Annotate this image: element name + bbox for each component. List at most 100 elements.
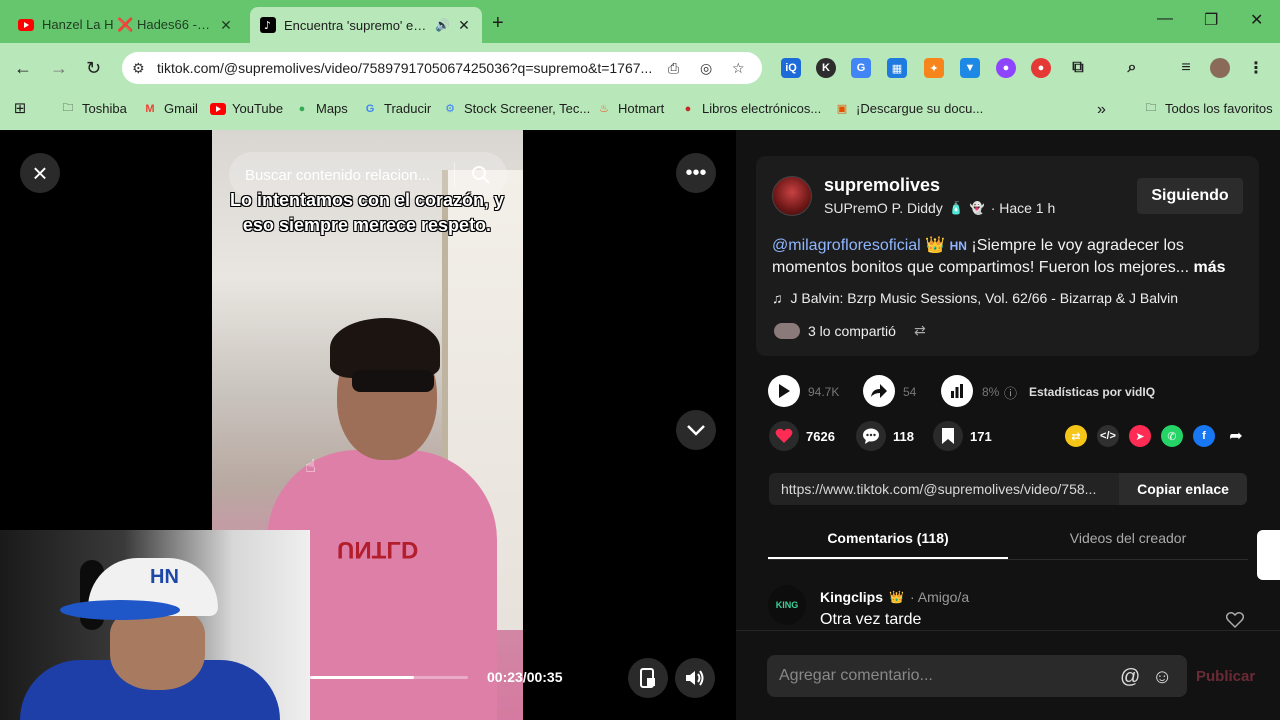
profile-avatar[interactable] — [1210, 58, 1230, 78]
share-more-icon[interactable]: ➦ — [1225, 425, 1247, 447]
search-icon[interactable] — [471, 165, 491, 189]
emoji-icon[interactable]: ☺ — [1152, 666, 1172, 689]
cap-brim — [60, 600, 180, 620]
tab-search-icon[interactable]: ⌕ — [1122, 58, 1142, 78]
eye-off-icon[interactable]: ◎ — [700, 60, 712, 77]
music-row[interactable]: ♫ J Balvin: Bzrp Music Sessions, Vol. 62… — [772, 290, 1178, 306]
bookmark-hotmart[interactable]: ♨ Hotmart — [596, 101, 664, 116]
tab-creator-videos[interactable]: Videos del creador — [1008, 530, 1248, 546]
install-icon[interactable]: ⎙ — [668, 60, 679, 77]
pip-button[interactable] — [628, 658, 668, 698]
comment-placeholder: Agregar comentario... — [779, 667, 933, 684]
volume-icon — [686, 670, 704, 686]
new-tab-button[interactable]: + — [492, 12, 504, 35]
following-button[interactable]: Siguiendo — [1137, 178, 1243, 214]
grid-extension-icon[interactable]: ▦ — [887, 58, 907, 78]
crown-icon: 👑 — [925, 237, 946, 254]
commenter-avatar[interactable]: KING — [768, 585, 806, 625]
hotmart-icon: ♨ — [599, 103, 609, 115]
streamer-face — [110, 610, 205, 690]
bookmark-youtube[interactable]: YouTube — [210, 101, 283, 116]
side-panel-handle[interactable] — [1257, 530, 1280, 580]
bookmark-maps[interactable]: ● Maps — [294, 101, 348, 116]
bookmark-toshiba[interactable]: 🗀 Toshiba — [60, 101, 127, 116]
whatsapp-icon[interactable]: ✆ — [1161, 425, 1183, 447]
bookmark-stock-screener[interactable]: ⚙ Stock Screener, Tec... — [442, 101, 590, 116]
comment-button[interactable] — [856, 421, 886, 451]
copy-link-button[interactable]: Copiar enlace — [1119, 473, 1247, 505]
reload-button[interactable]: ↻ — [86, 58, 101, 79]
like-button[interactable] — [769, 421, 799, 451]
person-hair — [330, 318, 440, 378]
tab-title: Encuentra 'supremo' en TikTok — [284, 17, 432, 33]
video-progress-bar[interactable] — [310, 676, 468, 679]
bookmark-translate[interactable]: G Traducir — [362, 101, 431, 116]
publish-button[interactable]: Publicar — [1196, 668, 1255, 685]
bookmark-all[interactable]: 🗀 Todos los favoritos — [1143, 101, 1273, 116]
creator-username[interactable]: supremolives — [824, 175, 940, 196]
browser-tab-tiktok[interactable]: ♪ Encuentra 'supremo' en TikTok 🔊 ✕ — [250, 7, 482, 43]
shared-row[interactable]: 3 lo compartió ⇄ — [774, 322, 926, 339]
phone-pip-icon — [640, 668, 655, 688]
bookmark-libros[interactable]: ● Libros electrónicos... — [680, 101, 822, 116]
star-icon[interactable]: ☆ — [732, 60, 745, 77]
embed-icon[interactable]: </> — [1097, 425, 1119, 447]
close-tab-icon[interactable]: ✕ — [456, 17, 472, 34]
share-stat-icon[interactable] — [863, 375, 895, 407]
share-url[interactable]: https://www.tiktok.com/@supremolives/vid… — [769, 481, 1119, 497]
creator-avatar[interactable] — [772, 176, 812, 216]
close-tab-icon[interactable]: ✕ — [218, 17, 234, 34]
media-icon[interactable]: ≡ — [1176, 58, 1196, 78]
extension-iq-icon[interactable]: iQ — [781, 58, 801, 78]
browser-tab-youtube[interactable]: Hanzel La H ❌ Hades66 - Loya ✕ — [8, 7, 244, 43]
likes-count: 7626 — [806, 429, 835, 444]
restore-button[interactable]: ❐ — [1204, 10, 1218, 30]
facebook-icon[interactable]: f — [1193, 425, 1215, 447]
shared-avatars — [774, 322, 800, 339]
apps-icon[interactable]: ⊞ — [12, 100, 34, 117]
drop-extension-icon[interactable]: ● — [996, 58, 1016, 78]
close-window-button[interactable]: ✕ — [1250, 10, 1263, 30]
bookmarks-overflow[interactable]: » — [1097, 101, 1106, 119]
bookmark-gmail[interactable]: M Gmail — [142, 101, 198, 116]
commenter-name[interactable]: Kingclips — [820, 589, 883, 605]
address-bar[interactable]: ⚙ tiktok.com/@supremolives/video/7589791… — [122, 52, 762, 84]
mention-icon[interactable]: @ — [1120, 666, 1140, 689]
commenter-row: Kingclips 👑 · Amigo/a — [820, 589, 969, 605]
site-info-icon[interactable]: ⚙ — [132, 60, 145, 77]
translate-icon: G — [365, 102, 375, 115]
comments-count: 118 — [893, 429, 914, 444]
video-time: 00:23/00:35 — [487, 669, 563, 685]
volume-button[interactable] — [675, 658, 715, 698]
metamask-icon[interactable]: ✦ — [924, 58, 944, 78]
folder-icon: 🗀 — [1145, 102, 1157, 114]
next-video-button[interactable] — [676, 410, 716, 450]
puzzle-icon[interactable]: ⧉ — [1068, 58, 1088, 78]
speaker-icon[interactable]: 🔊 — [435, 18, 450, 32]
mouse-cursor-icon: ☝ — [305, 456, 316, 476]
save-button[interactable] — [933, 421, 963, 451]
more-link[interactable]: más — [1194, 259, 1226, 276]
play-stat-icon[interactable] — [768, 375, 800, 407]
send-icon[interactable]: ➤ — [1129, 425, 1151, 447]
back-button[interactable]: ← — [14, 58, 32, 79]
translate-extension-icon[interactable]: G — [851, 58, 871, 78]
bar-chart-icon[interactable] — [941, 375, 973, 407]
more-options-button[interactable]: ••• — [676, 153, 716, 193]
youtube-icon — [210, 102, 226, 116]
bookmark-descargue[interactable]: ▣ ¡Descargue su docu... — [834, 101, 983, 116]
repost-share-icon[interactable]: ⇄ — [1065, 425, 1087, 447]
shared-text: 3 lo compartió — [808, 322, 896, 339]
maps-icon: ● — [298, 102, 306, 115]
tab-comments[interactable]: Comentarios (118) — [768, 530, 1008, 546]
close-video-button[interactable]: × — [20, 153, 60, 193]
mention-link[interactable]: @milagrofloresoficial — [772, 237, 921, 254]
info-icon[interactable]: ⓘ — [1004, 383, 1017, 402]
minimize-button[interactable]: — — [1157, 10, 1173, 28]
forward-button[interactable]: → — [50, 58, 68, 79]
extension-k-icon[interactable]: K — [816, 58, 836, 78]
color-extension-icon[interactable]: ● — [1031, 58, 1051, 78]
shield-extension-icon[interactable]: ▼ — [960, 58, 980, 78]
tiktok-icon: ♪ — [260, 17, 276, 33]
menu-icon[interactable]: ⋮ — [1246, 58, 1266, 78]
